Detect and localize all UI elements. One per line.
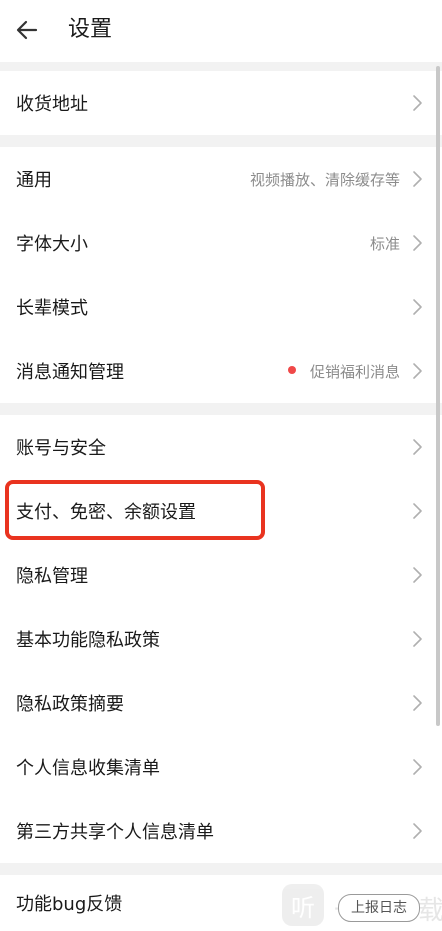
settings-item-label: 长辈模式: [16, 298, 88, 319]
settings-item-privacy-summary[interactable]: 隐私政策摘要: [0, 671, 442, 735]
settings-item-payment-settings[interactable]: 支付、免密、余额设置: [0, 479, 442, 543]
header-bar: 设置: [0, 0, 442, 62]
settings-item-label: 第三方共享个人信息清单: [16, 822, 214, 843]
chevron-right-icon: [413, 759, 422, 775]
settings-item-label: 隐私管理: [16, 566, 88, 587]
settings-item-personal-info-list[interactable]: 个人信息收集清单: [0, 735, 442, 799]
settings-item-label: 消息通知管理: [16, 362, 124, 383]
settings-item-elder-mode[interactable]: 长辈模式: [0, 275, 442, 339]
settings-item-shipping-address[interactable]: 收货地址: [0, 71, 442, 135]
settings-item-general[interactable]: 通用 视频播放、清除缓存等: [0, 147, 442, 211]
settings-item-label: 字体大小: [16, 234, 88, 255]
chevron-right-icon: [413, 363, 422, 379]
settings-item-label: 功能bug反馈: [16, 894, 123, 915]
section-gap: [0, 863, 442, 875]
settings-item-third-party-sharing-list[interactable]: 第三方共享个人信息清单: [0, 799, 442, 863]
section-gap: [0, 403, 442, 415]
chevron-right-icon: [413, 631, 422, 647]
chevron-right-icon: [413, 823, 422, 839]
settings-item-label: 通用: [16, 170, 52, 191]
chevron-right-icon: [413, 567, 422, 583]
section-gap: [0, 62, 442, 71]
back-arrow-icon[interactable]: [14, 17, 40, 43]
settings-item-label: 支付、免密、余额设置: [16, 502, 196, 523]
chevron-right-icon: [413, 299, 422, 315]
settings-item-value: 促销福利消息: [309, 362, 400, 381]
settings-item-privacy-management[interactable]: 隐私管理: [0, 543, 442, 607]
chevron-right-icon: [413, 695, 422, 711]
page-title: 设置: [68, 17, 113, 42]
chevron-right-icon: [413, 235, 422, 251]
settings-item-value: 标准: [369, 234, 400, 253]
settings-item-label: 隐私政策摘要: [16, 694, 124, 715]
chevron-right-icon: [413, 171, 422, 187]
settings-item-label: 基本功能隐私政策: [16, 630, 160, 651]
settings-item-font-size[interactable]: 字体大小 标准: [0, 211, 442, 275]
settings-item-label: 收货地址: [16, 94, 88, 115]
settings-item-value: 视频播放、清除缓存等: [249, 170, 400, 189]
chevron-right-icon: [413, 95, 422, 111]
settings-item-basic-privacy-policy[interactable]: 基本功能隐私政策: [0, 607, 442, 671]
settings-item-value-wrapper: 促销福利消息: [287, 361, 400, 382]
chevron-right-icon: [413, 439, 422, 455]
settings-item-label: 个人信息收集清单: [16, 758, 160, 779]
notification-dot-icon: [287, 366, 296, 374]
settings-item-notification-management[interactable]: 消息通知管理 促销福利消息: [0, 339, 442, 403]
settings-item-account-security[interactable]: 账号与安全: [0, 415, 442, 479]
settings-item-label: 账号与安全: [16, 438, 106, 459]
upload-log-button[interactable]: 上报日志: [338, 894, 420, 922]
section-gap: [0, 135, 442, 147]
scrollbar[interactable]: [436, 66, 440, 726]
chevron-right-icon: [413, 503, 422, 519]
